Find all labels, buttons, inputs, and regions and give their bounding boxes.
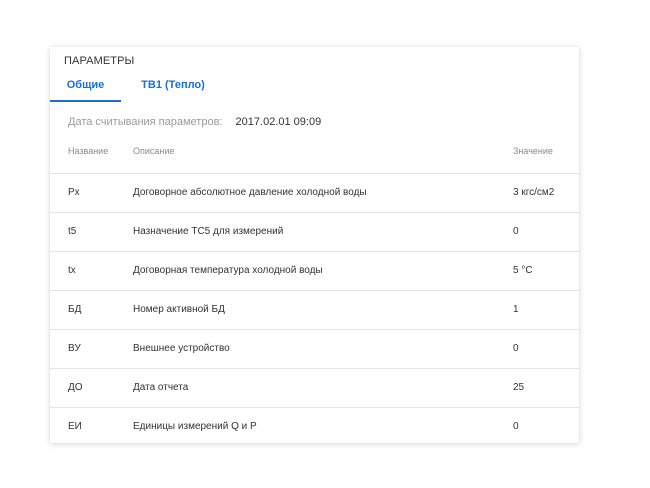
cell-name: tx (68, 265, 76, 276)
cell-value: 1 (513, 304, 519, 315)
cell-name: t5 (68, 226, 77, 237)
table-row[interactable]: ДО Дата отчета 25 (50, 368, 579, 407)
card-title: ПАРАМЕТРЫ (64, 55, 135, 67)
cell-name: ВУ (68, 343, 81, 354)
tab-tv1-heat[interactable]: ТВ1 (Тепло) (128, 71, 218, 102)
table-row[interactable]: ВУ Внешнее устройство 0 (50, 329, 579, 368)
cell-name: ДО (68, 382, 83, 393)
cell-description: Назначение ТС5 для измерений (133, 226, 284, 237)
cell-value: 0 (513, 421, 519, 432)
cell-name: БД (68, 304, 82, 315)
cell-description: Договорная температура холодной воды (133, 265, 323, 276)
parameters-card: ПАРАМЕТРЫ Общие ТВ1 (Тепло) Дата считыва… (50, 47, 579, 443)
read-date-label: Дата считывания параметров: (68, 116, 223, 128)
cell-description: Номер активной БД (133, 304, 225, 315)
cell-name: Px (68, 187, 80, 198)
cell-description: Внешнее устройство (133, 343, 230, 354)
tab-general[interactable]: Общие (50, 71, 121, 102)
table-row[interactable]: tx Договорная температура холодной воды … (50, 251, 579, 290)
cell-description: Единицы измерений Q и P (133, 421, 257, 432)
cell-value: 3 кгс/см2 (513, 187, 555, 198)
header-value: Значение (513, 146, 553, 156)
table-row[interactable]: ЕИ Единицы измерений Q и P 0 (50, 407, 579, 443)
cell-name: ЕИ (68, 421, 82, 432)
header-name: Название (68, 146, 109, 156)
cell-value: 5 °C (513, 265, 533, 276)
cell-value: 0 (513, 226, 519, 237)
tab-bar: Общие ТВ1 (Тепло) (50, 71, 579, 102)
table-row[interactable]: БД Номер активной БД 1 (50, 290, 579, 329)
header-description: Описание (133, 146, 175, 156)
table-row[interactable]: t5 Назначение ТС5 для измерений 0 (50, 212, 579, 251)
cell-description: Дата отчета (133, 382, 189, 393)
table-header: Название Описание Значение (50, 139, 579, 173)
read-date-row: Дата считывания параметров: 2017.02.01 0… (68, 116, 321, 128)
table-row[interactable]: Px Договорное абсолютное давление холодн… (50, 173, 579, 212)
table-body: Px Договорное абсолютное давление холодн… (50, 173, 579, 443)
cell-value: 0 (513, 343, 519, 354)
cell-value: 25 (513, 382, 525, 393)
read-date-value: 2017.02.01 09:09 (235, 116, 322, 128)
cell-description: Договорное абсолютное давление холодной … (133, 187, 367, 198)
